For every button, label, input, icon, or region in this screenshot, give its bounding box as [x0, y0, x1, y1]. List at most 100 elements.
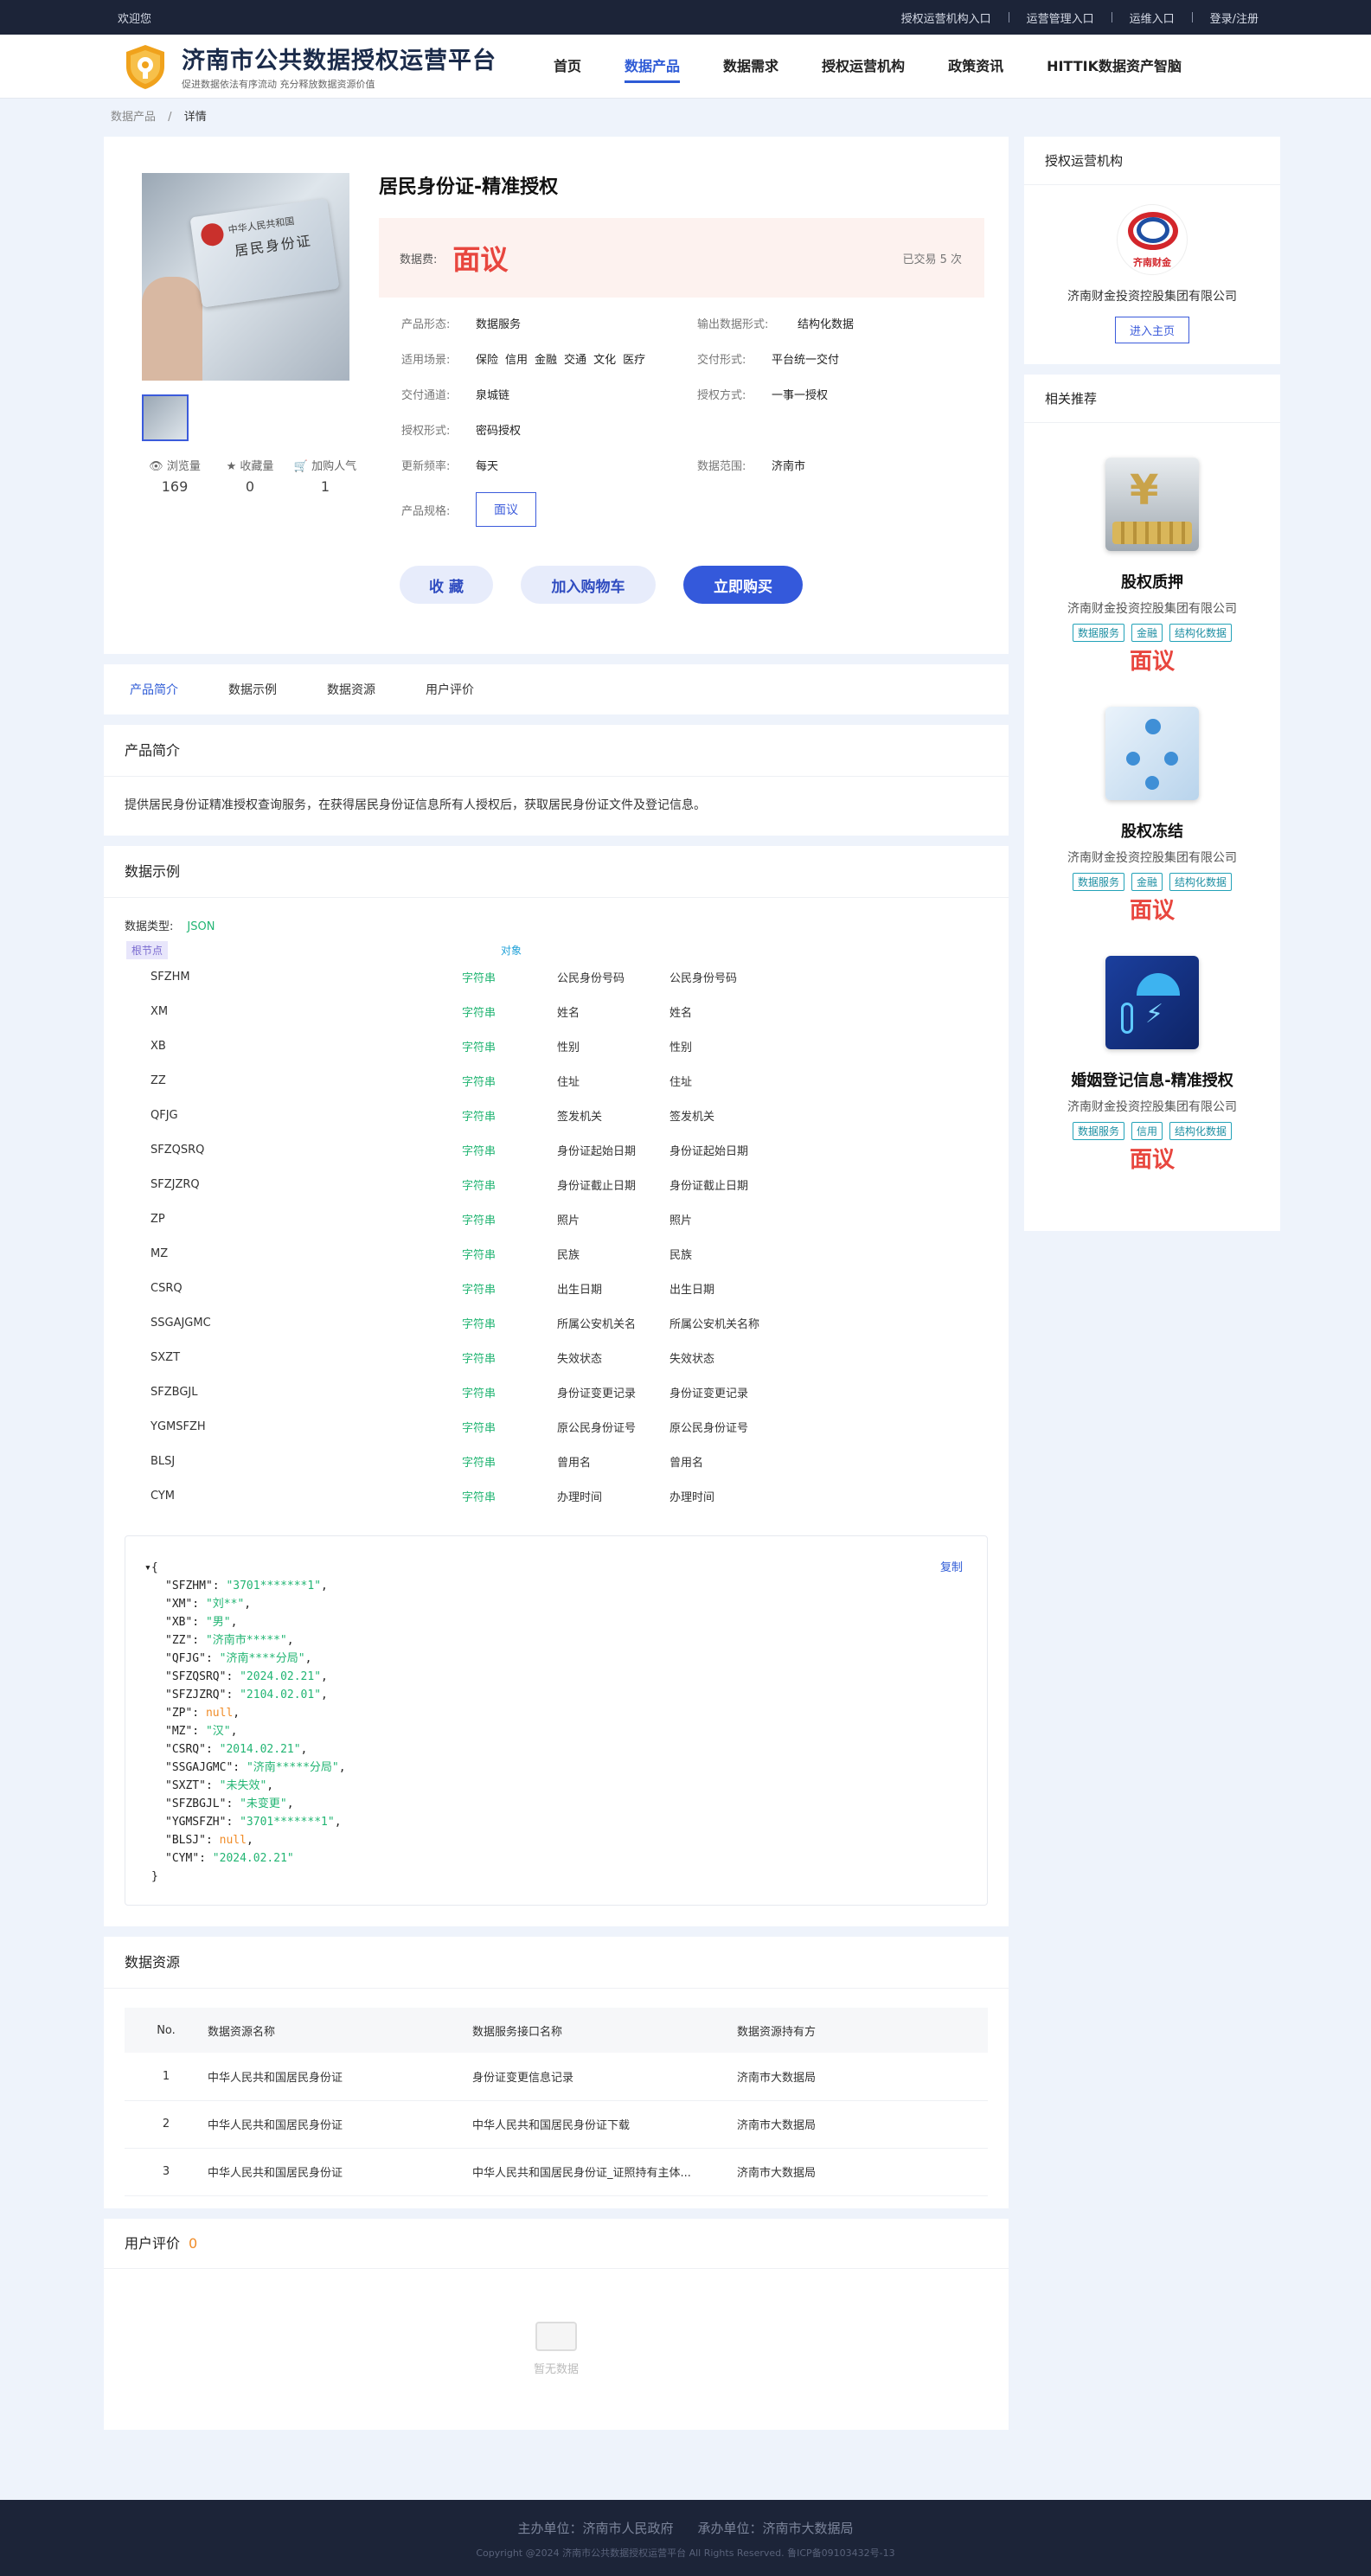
- json-open-brace[interactable]: ▾{: [144, 1559, 968, 1577]
- spec-delivery: 交付形式: 平台统一交付: [697, 350, 993, 367]
- json-close-brace: }: [151, 1870, 158, 1883]
- field-key: YGMSFZH: [151, 1419, 206, 1433]
- data-type-label: 数据类型:: [125, 920, 174, 933]
- field-key: SFZQSRQ: [151, 1143, 205, 1157]
- buy-now-button[interactable]: 立即购买: [683, 566, 803, 604]
- lightning-icon: ⚡: [1145, 999, 1164, 1029]
- product-thumbnail[interactable]: [142, 394, 189, 441]
- sample-body: 数据类型: JSON 根节点 对象 SFZHM 字符串 公民身份号码 公民身份号码 XM 字…: [104, 898, 1009, 1926]
- spec-key: 产品规格:: [401, 504, 451, 518]
- spec-output: 输出数据形式: 结构化数据: [697, 315, 993, 331]
- price-box: 数据费: 面议 已交易 5 次: [379, 218, 984, 298]
- tab-reviews[interactable]: 用户评价: [426, 681, 474, 698]
- field-type: 字符串: [462, 1214, 497, 1227]
- field-key: SSGAJGMC: [151, 1316, 211, 1330]
- nav-data-demand[interactable]: 数据需求: [723, 35, 778, 99]
- favorite-button[interactable]: 收 藏: [400, 566, 493, 604]
- field-name: 身份证起始日期: [557, 1144, 637, 1158]
- recommend-item[interactable]: ⚡ 婚姻登记信息-精准授权 济南财金投资控股集团有限公司 数据服务 信用 结构化数据…: [1024, 956, 1280, 1174]
- reviews-heading: 用户评价 0: [104, 2219, 1009, 2269]
- field-key: QFJG: [151, 1108, 178, 1122]
- recommend-heading: 相关推荐: [1024, 375, 1280, 423]
- table-row: 2 中华人民共和国居民身份证 中华人民共和国居民身份证下载 济南市大数据局: [125, 2100, 988, 2149]
- org-chart-icon: [1145, 776, 1159, 790]
- field-type: 字符串: [462, 1283, 497, 1297]
- add-to-cart-button[interactable]: 加入购物车: [521, 566, 656, 604]
- field-type: 字符串: [462, 1006, 497, 1020]
- json-value: null: [205, 1707, 234, 1720]
- cell-no: 1: [125, 2053, 208, 2101]
- field-desc: 性别: [669, 1041, 693, 1054]
- object-label: 对象: [501, 944, 522, 957]
- tab-sample[interactable]: 数据示例: [228, 681, 277, 698]
- nav-operators[interactable]: 授权运营机构: [822, 35, 905, 99]
- spec-frequency: 更新频率: 每天: [401, 457, 697, 473]
- spec-key: 授权形式:: [401, 425, 451, 438]
- eye-icon: 👁: [149, 460, 163, 473]
- json-line: "YGMSFZH": "3701*******1",: [165, 1816, 342, 1829]
- caret-down-icon[interactable]: ▾: [144, 1561, 151, 1574]
- cell-interface: 身份证变更信息记录: [472, 2053, 737, 2101]
- site-title: 济南市公共数据授权运营平台: [182, 48, 497, 74]
- enter-homepage-button[interactable]: 进入主页: [1114, 317, 1189, 343]
- field-key: ZZ: [151, 1073, 166, 1087]
- org-chart-icon: [1126, 752, 1140, 766]
- nav-data-products[interactable]: 数据产品: [625, 35, 681, 99]
- cell-resource: 中华人民共和国居民身份证: [208, 2053, 472, 2101]
- json-line: "ZZ": "济南市*****",: [165, 1634, 294, 1647]
- maint-entry-link[interactable]: 运维入口: [1130, 10, 1175, 26]
- marriage-registration-image[interactable]: ⚡: [1105, 956, 1199, 1049]
- breadcrumb-root[interactable]: 数据产品: [111, 111, 156, 124]
- spec-form: 产品形态: 数据服务: [401, 315, 697, 331]
- org-entry-link[interactable]: 授权运营机构入口: [901, 10, 991, 26]
- shield-logo-icon: [126, 44, 164, 89]
- product-image[interactable]: 中华人民共和国 居民身份证: [142, 173, 349, 381]
- json-key: SFZJZRQ: [171, 1688, 220, 1701]
- main-content: 中华人民共和国 居民身份证 👁 浏览量 169 ★ 收藏量 0 🛒 加购人气 1…: [104, 137, 1009, 2440]
- equity-pledge-image[interactable]: ¥: [1105, 458, 1199, 551]
- spec-key: 输出数据形式:: [697, 318, 769, 331]
- umbrella-icon: [1137, 973, 1180, 996]
- scene-tag: 医疗: [623, 354, 646, 367]
- sample-section: 数据示例 数据类型: JSON 根节点 对象 SFZHM 字符串 公民身份号码 公民身份…: [104, 846, 1009, 1926]
- cell-holder: 济南市大数据局: [737, 2100, 988, 2149]
- json-key: MZ: [171, 1725, 186, 1738]
- org-chart-icon: [1164, 752, 1178, 766]
- json-value: "2024.02.21": [212, 1852, 294, 1865]
- json-value: "未失效": [219, 1779, 267, 1792]
- field-row: SSGAJGMC 字符串 所属公安机关名 所属公安机关名称: [125, 1305, 988, 1340]
- ops-entry-link[interactable]: 运营管理入口: [1027, 10, 1094, 26]
- nav-home[interactable]: 首页: [554, 35, 581, 99]
- field-row: CYM 字符串 办理时间 办理时间: [125, 1478, 988, 1513]
- login-link[interactable]: 登录/注册: [1210, 10, 1259, 26]
- yen-icon: ¥: [1130, 466, 1159, 515]
- reviews-title: 用户评价: [125, 2234, 181, 2252]
- equity-freeze-image[interactable]: [1105, 707, 1199, 800]
- site-logo[interactable]: 济南市公共数据授权运营平台 促进数据依法有序流动 充分释放数据资源价值: [121, 42, 519, 91]
- nav-asset-brain[interactable]: HITTIK数据资产智脑: [1047, 35, 1182, 99]
- field-type: 字符串: [462, 1317, 497, 1331]
- json-line: "XB": "男",: [165, 1616, 238, 1629]
- org-name: 济南财金投资控股集团有限公司: [1067, 290, 1237, 304]
- spec-option-button[interactable]: 面议: [476, 492, 536, 527]
- intro-text: 提供居民身份证精准授权查询服务，在获得居民身份证信息所有人授权后，获取居民身份证…: [125, 798, 706, 812]
- field-type: 字符串: [462, 1110, 497, 1124]
- reviews-section: 用户评价 0 暂无数据: [104, 2218, 1009, 2430]
- tab-resources[interactable]: 数据资源: [327, 681, 375, 698]
- nav-policy[interactable]: 政策资讯: [948, 35, 1003, 99]
- org-logo[interactable]: 齐南财金: [1117, 204, 1188, 275]
- field-row: ZZ 字符串 住址 住址: [125, 1063, 988, 1098]
- spec-key: 更新频率:: [401, 460, 451, 473]
- field-desc: 曾用名: [669, 1456, 704, 1470]
- json-value: "2024.02.21": [240, 1670, 322, 1683]
- tab-intro[interactable]: 产品简介: [130, 681, 178, 698]
- json-value: "3701*******1": [226, 1580, 322, 1592]
- spec-value: 泉城链: [476, 389, 510, 402]
- json-key: YGMSFZH: [171, 1816, 220, 1829]
- recommend-item[interactable]: 股权冻结 济南财金投资控股集团有限公司 数据服务 金融 结构化数据 面议: [1024, 707, 1280, 925]
- json-value: "2014.02.21": [219, 1743, 301, 1756]
- recommend-item[interactable]: ¥ 股权质押 济南财金投资控股集团有限公司 数据服务 金融 结构化数据 面议: [1024, 458, 1280, 676]
- copy-button[interactable]: 复制: [940, 1559, 963, 1577]
- json-preview: 复制 ▾{ "SFZHM": "3701*******1", "XM": "刘**…: [125, 1535, 988, 1906]
- field-name: 出生日期: [557, 1283, 603, 1297]
